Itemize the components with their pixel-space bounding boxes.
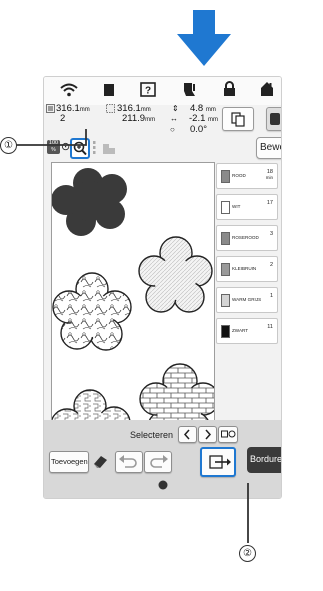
callout-2-leader (247, 483, 249, 543)
selection-height-value: 211.9 (122, 113, 146, 124)
color-order: 11 (267, 324, 273, 330)
total-size-icon (46, 104, 55, 113)
preview-button[interactable] (266, 107, 281, 131)
help-icon[interactable]: ? (140, 82, 156, 97)
selection-size-icon (106, 104, 115, 113)
color-row-rood[interactable]: ROOD 18 min (216, 163, 278, 189)
color-name: ZWART (232, 328, 249, 333)
selection-height: 211.9mm (122, 113, 155, 126)
add-button-label: Toevoegen (51, 457, 88, 466)
color-name: WARM GRIJS (232, 297, 262, 302)
document-icon[interactable] (103, 83, 115, 97)
chevron-right-icon (205, 429, 212, 440)
color-swatch (221, 232, 230, 245)
horizontal-offset-icon: ↔ (170, 114, 178, 123)
eraser-icon (94, 456, 107, 468)
horizontal-offset-unit: mm (208, 117, 219, 123)
color-swatch (221, 170, 230, 183)
copy-layout-icon (231, 112, 245, 127)
selection-height-unit: mm (145, 117, 156, 123)
background-icon[interactable] (101, 141, 117, 155)
rotation-icon: ○ (170, 125, 175, 134)
color-row-roserood[interactable]: ROSEROOD 3 (216, 225, 278, 251)
embroider-button-label: Borduren (250, 454, 282, 464)
total-height-partial: 2 (60, 113, 66, 124)
horizontal-offset-value: -2.1 (189, 113, 206, 124)
undo-button[interactable] (115, 451, 143, 473)
eraser-button[interactable] (91, 451, 111, 471)
color-row-kleibruin[interactable]: KLEIBRUIN 2 (216, 256, 278, 282)
thread-color-list[interactable]: ROOD 18 min WIT 17 ROSEROOD 3 KLEIBRUIN 2… (216, 163, 278, 349)
home-icon[interactable] (260, 81, 274, 97)
color-row-wit[interactable]: WIT 17 (216, 194, 278, 220)
flower-shape-swirl[interactable] (52, 272, 132, 351)
rotation-value: 0.0° (190, 124, 208, 135)
color-name: ROSEROOD (232, 235, 259, 240)
undo-icon (119, 455, 137, 468)
status-bar: ? (44, 77, 281, 105)
layout-button[interactable] (222, 107, 254, 131)
callout-1-leader (16, 129, 87, 146)
color-swatch (221, 263, 230, 276)
total-width-unit: mm (79, 107, 90, 113)
color-name: WIT (232, 204, 241, 209)
color-row-zwart[interactable]: ZWART 11 (216, 318, 278, 344)
lock-icon[interactable] (223, 81, 236, 97)
down-arrow-icon (177, 10, 231, 66)
chevron-left-icon (183, 429, 190, 440)
needle-icon (158, 480, 168, 490)
color-time-unit: min (265, 175, 273, 180)
edit-button[interactable]: Bewerken (256, 137, 281, 159)
multi-select-button[interactable] (218, 426, 238, 443)
frame-move-icon (209, 455, 231, 469)
color-name: KLEIBRUIN (232, 266, 257, 271)
embroider-button[interactable]: Borduren (247, 447, 282, 473)
callout-2: ② (239, 545, 256, 562)
next-button[interactable] (198, 426, 217, 443)
redo-button[interactable] (144, 451, 172, 473)
color-swatch (221, 294, 230, 307)
previous-button[interactable] (178, 426, 197, 443)
color-time: 18 min (266, 169, 273, 181)
preview-icon (270, 113, 280, 125)
edit-button-label: Bewerken (260, 142, 281, 153)
wifi-icon[interactable] (60, 83, 78, 97)
presser-foot-icon[interactable] (181, 82, 197, 98)
color-order: 3 (269, 231, 273, 237)
color-name: ROOD (232, 173, 246, 178)
svg-text:?: ? (145, 86, 151, 97)
page: { "info": { "width_total": "316.1", "wid… (0, 0, 323, 591)
color-order: 17 (266, 200, 273, 206)
redo-icon (150, 455, 168, 468)
callout-1: ① (0, 137, 17, 154)
select-label: Selecteren (130, 430, 174, 440)
color-order: 2 (269, 262, 273, 268)
flower-shape-hatched[interactable] (138, 236, 213, 313)
embroider-frame-button[interactable] (200, 447, 236, 477)
color-order: 1 (269, 293, 273, 299)
multi-select-icon (221, 430, 236, 438)
color-row-warm-grijs[interactable]: WARM GRIJS 1 (216, 287, 278, 313)
color-swatch (221, 201, 230, 214)
add-button[interactable]: Toevoegen (49, 451, 89, 473)
color-swatch (221, 325, 230, 338)
flower-shape-dark[interactable] (51, 168, 127, 236)
